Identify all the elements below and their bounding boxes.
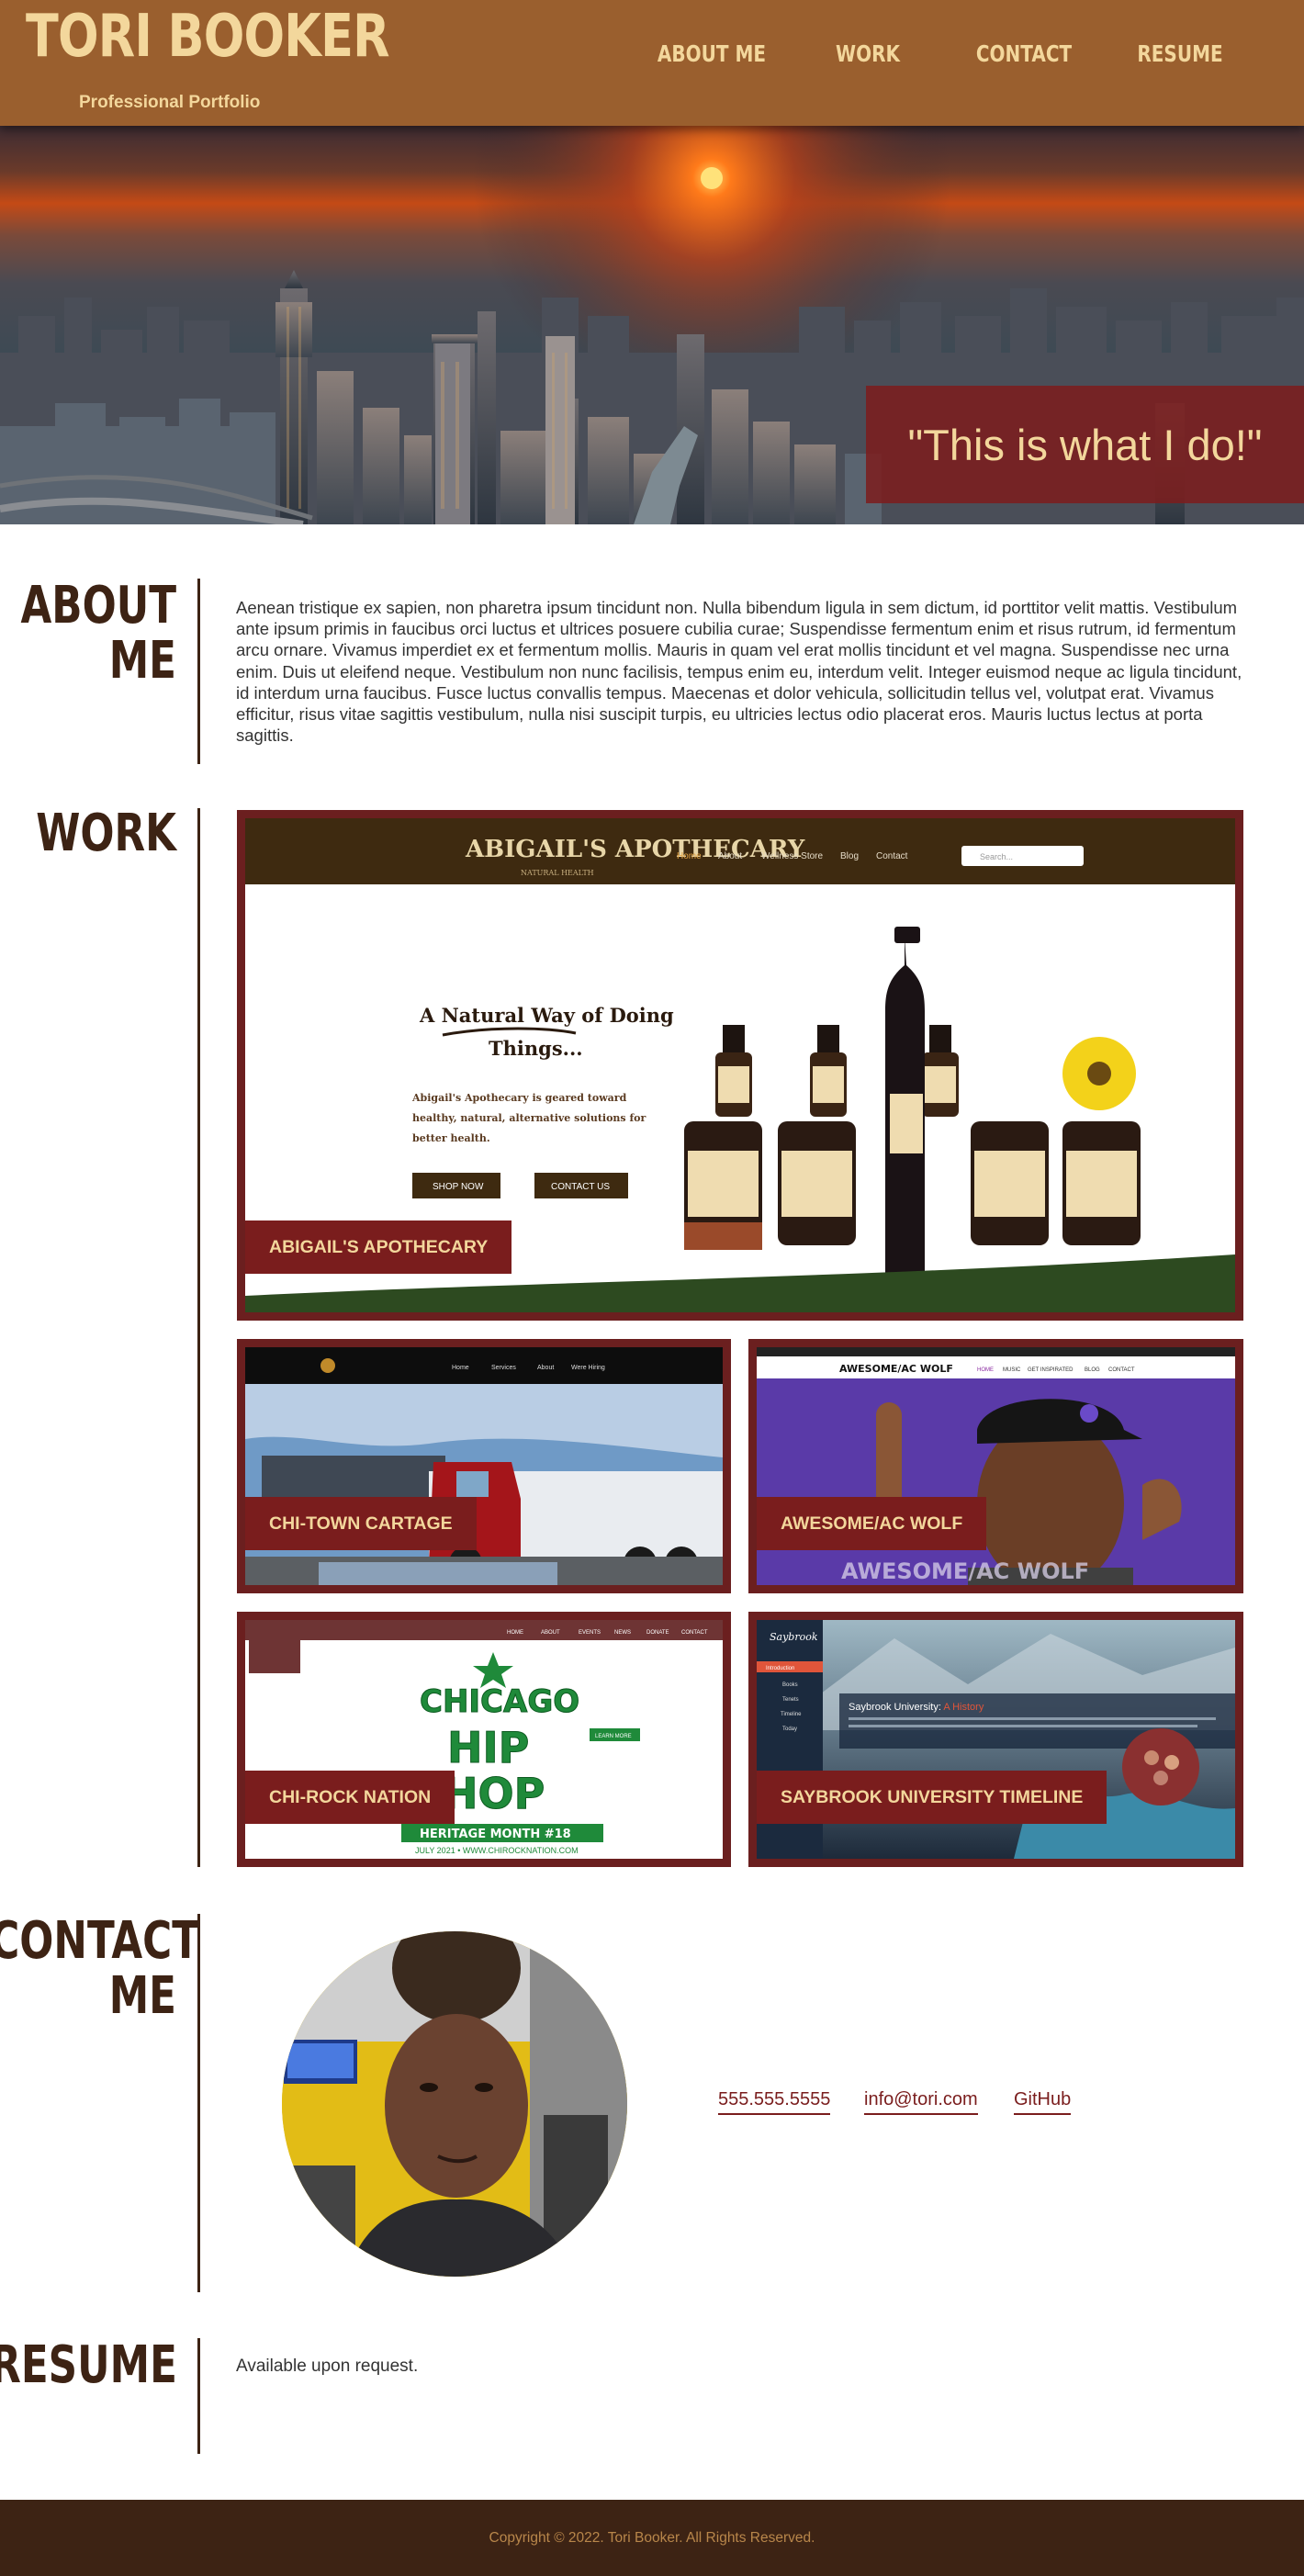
acwolf-nav-blog: BLOG xyxy=(1085,1367,1100,1373)
abigails-search-placeholder: Search... xyxy=(980,852,1013,861)
acwolf-logo: AWESOME/AC WOLF xyxy=(839,1363,953,1375)
abigails-contact-us: CONTACT US xyxy=(551,1182,610,1192)
abigails-body-2: healthy, natural, alternative solutions … xyxy=(412,1112,646,1124)
chirock-art-chicago: CHICAGO xyxy=(420,1683,579,1720)
chirock-ribbon-sub: JULY 2021 • WWW.CHIROCKNATION.COM xyxy=(415,1846,579,1855)
saybrook-logo: Saybrook xyxy=(770,1631,818,1643)
abigails-nav-home: Home xyxy=(677,851,702,861)
project-label-chirock: CHI-ROCK NATION xyxy=(245,1771,455,1824)
contact-section-title: CONTACT ME xyxy=(0,1911,200,2026)
abigails-logo: ABIGAIL'S APOTHECARY xyxy=(465,836,805,863)
profile-photo-avatar xyxy=(282,1931,627,2277)
about-divider xyxy=(197,579,200,764)
resume-section-title: RESUME xyxy=(0,2335,177,2395)
project-card-chi-rock-nation[interactable]: HOME ABOUT EVENTS NEWS DONATE CONTACT CH… xyxy=(237,1612,731,1867)
abigails-nav-about: About xyxy=(718,851,742,861)
abigails-nav-store: Wellness Store xyxy=(761,851,824,861)
saybrook-side-today: Today xyxy=(782,1727,797,1732)
resume-divider xyxy=(197,2338,200,2454)
project-card-awesome-ac-wolf[interactable]: AWESOME/AC WOLF HOME MUSIC GET INSPIRATE… xyxy=(748,1339,1243,1593)
chirock-nav-donate: DONATE xyxy=(646,1630,669,1636)
project-label-acwolf: AWESOME/AC WOLF xyxy=(757,1497,987,1550)
abigails-logo-sub: NATURAL HEALTH xyxy=(521,869,594,877)
contact-github-link[interactable]: GitHub xyxy=(1014,2089,1072,2115)
about-title-line-1: ABOUT xyxy=(20,576,176,636)
resume-text: Available upon request. xyxy=(236,2357,419,2376)
cartage-nav-services: Services xyxy=(491,1365,516,1371)
chirock-ribbon-text: HERITAGE MONTH #18 xyxy=(420,1828,571,1841)
contact-phone-link[interactable]: 555.555.5555 xyxy=(718,2089,831,2115)
footer-copyright: Copyright © 2022. Tori Booker. All Right… xyxy=(489,2529,815,2546)
brand-tagline: Professional Portfolio xyxy=(79,93,261,112)
work-divider xyxy=(197,808,200,1867)
abigails-body-1: Abigail's Apothecary is geared toward xyxy=(411,1092,627,1104)
saybrook-title-b: A History xyxy=(943,1702,984,1713)
contact-title-line-2: ME xyxy=(108,1966,176,2026)
project-label-abigails: ABIGAIL'S APOTHECARY xyxy=(245,1221,512,1274)
abigails-shop-now: SHOP NOW xyxy=(433,1182,484,1192)
main-nav: ABOUT ME WORK CONTACT RESUME xyxy=(624,40,1249,67)
abigails-headline-2: Things... xyxy=(489,1037,583,1060)
nav-link-resume[interactable]: RESUME xyxy=(1125,40,1235,67)
acwolf-overlay-text: AWESOME/AC WOLF xyxy=(841,1558,1089,1584)
chirock-learn-more: LEARN MORE xyxy=(595,1734,632,1739)
contact-title-line-1: CONTACT xyxy=(0,1911,200,1971)
hero-quote-text: "This is what I do!" xyxy=(907,420,1263,469)
about-section-title: ABOUT ME xyxy=(0,579,176,689)
abigails-body-3: better health. xyxy=(412,1132,490,1144)
acwolf-nav-home: HOME xyxy=(977,1367,994,1373)
contact-divider xyxy=(197,1914,200,2292)
cartage-nav-about: About xyxy=(537,1365,554,1371)
project-card-abigails-apothecary[interactable]: ABIGAIL'S APOTHECARY NATURAL HEALTH Home… xyxy=(237,810,1243,1321)
chirock-nav-about: ABOUT xyxy=(541,1630,560,1636)
project-label-saybrook: SAYBROOK UNIVERSITY TIMELINE xyxy=(757,1771,1107,1824)
contact-email-link[interactable]: info@tori.com xyxy=(864,2089,978,2115)
chirock-nav-home: HOME xyxy=(507,1630,523,1636)
brand-name[interactable]: TORI BOOKER xyxy=(26,4,390,70)
work-section-title: WORK xyxy=(36,804,176,863)
nav-link-about-me[interactable]: ABOUT ME xyxy=(642,40,781,67)
chirock-nav-news: NEWS xyxy=(614,1630,631,1636)
saybrook-side-intro: Introduction xyxy=(766,1666,794,1671)
acwolf-nav-music: MUSIC xyxy=(1003,1367,1021,1373)
cartage-nav-hiring: Were Hiring xyxy=(571,1365,605,1371)
acwolf-nav-inspired: GET INSPIRATED xyxy=(1028,1367,1074,1373)
nav-link-work[interactable]: WORK xyxy=(813,40,923,67)
project-card-chi-town-cartage[interactable]: Home Services About Were Hiring CHI-TOWN… xyxy=(237,1339,731,1593)
site-header: TORI BOOKER Professional Portfolio ABOUT… xyxy=(0,0,1304,126)
saybrook-title-a: Saybrook University: xyxy=(849,1702,943,1713)
saybrook-side-timeline: Timeline xyxy=(781,1712,802,1717)
saybrook-side-tenets: Tenets xyxy=(782,1697,799,1703)
project-card-saybrook-timeline[interactable]: Saybrook Introduction Books Tenets Timel… xyxy=(748,1612,1243,1867)
project-label-cartage: CHI-TOWN CARTAGE xyxy=(245,1497,477,1550)
site-footer: Copyright © 2022. Tori Booker. All Right… xyxy=(0,2500,1304,2576)
chirock-nav-events: EVENTS xyxy=(579,1630,601,1636)
hero-quote-banner: "This is what I do!" xyxy=(866,386,1304,503)
chirock-nav-contact: CONTACT xyxy=(681,1630,708,1636)
abigails-nav-contact: Contact xyxy=(876,851,908,861)
nav-link-contact[interactable]: CONTACT xyxy=(954,40,1094,67)
about-paragraph: Aenean tristique ex sapien, non pharetra… xyxy=(236,598,1242,746)
chirock-art-hip: HIP xyxy=(447,1723,529,1772)
abigails-headline-1: A Natural Way of Doing xyxy=(419,1004,674,1027)
profile-portrait-image xyxy=(282,1931,627,2277)
cartage-nav-home: Home xyxy=(452,1365,469,1371)
abigails-nav-blog: Blog xyxy=(840,851,859,861)
acwolf-nav-contact: CONTACT xyxy=(1108,1367,1135,1373)
chirock-art-hop: HOP xyxy=(443,1769,545,1818)
svg-text:Saybrook University: A History: Saybrook University: A History xyxy=(849,1702,984,1713)
hero-banner: "This is what I do!" xyxy=(0,123,1304,524)
about-title-line-2: ME xyxy=(108,631,176,691)
saybrook-side-books: Books xyxy=(782,1682,798,1688)
